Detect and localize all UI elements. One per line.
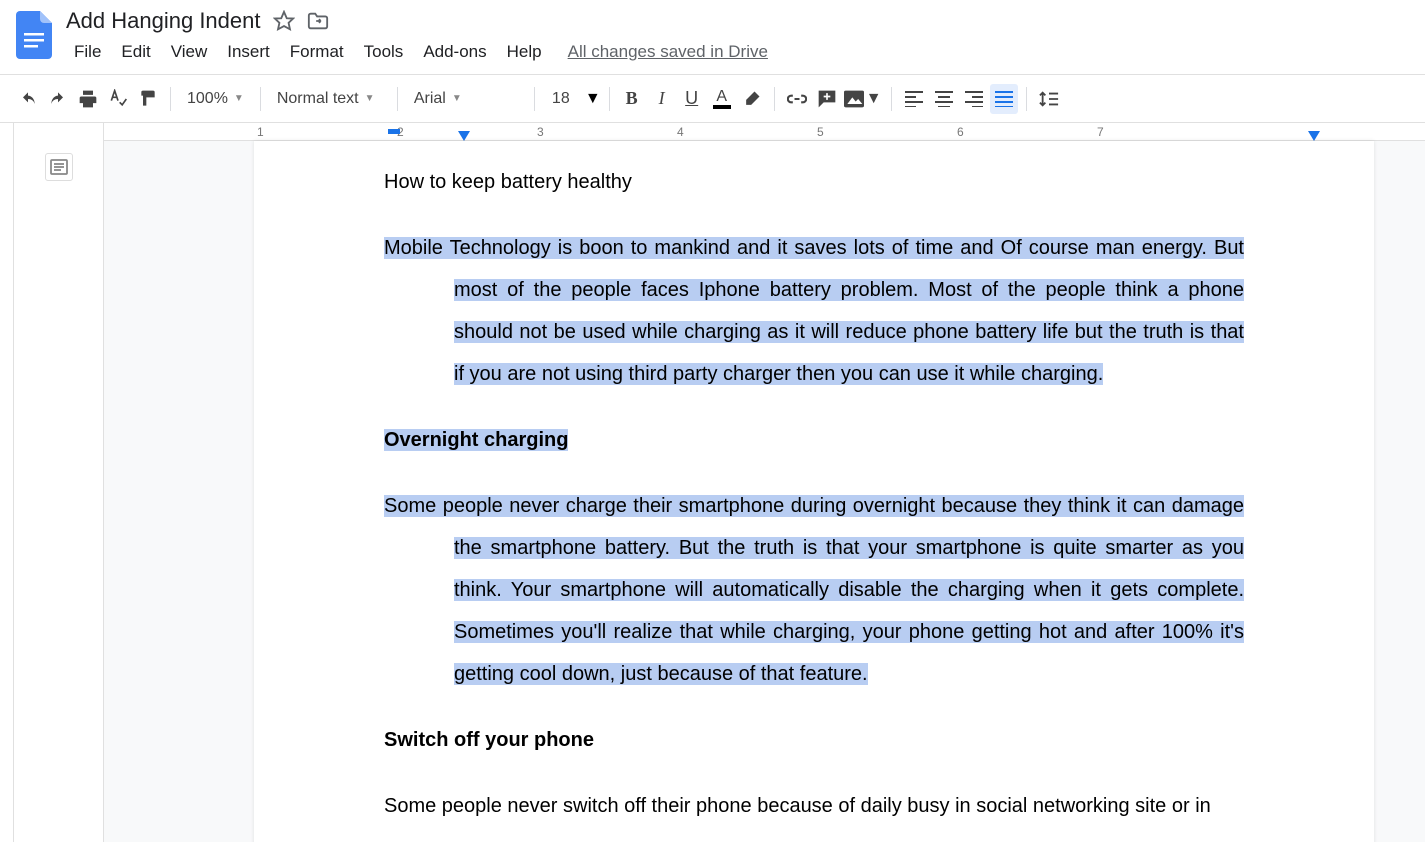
zoom-select[interactable]: 100%▼ — [179, 86, 252, 112]
page: How to keep battery healthy Mobile Techn… — [254, 141, 1374, 842]
ruler-mark: 3 — [537, 125, 544, 139]
menu-help[interactable]: Help — [499, 38, 550, 66]
menu-tools[interactable]: Tools — [356, 38, 412, 66]
ruler-mark: 4 — [677, 125, 684, 139]
text-color-button[interactable]: A — [708, 84, 736, 114]
document-content[interactable]: How to keep battery healthy Mobile Techn… — [254, 161, 1374, 827]
menu-edit[interactable]: Edit — [113, 38, 158, 66]
styles-select[interactable]: Normal text▼ — [269, 86, 389, 112]
align-center-button[interactable] — [930, 84, 958, 114]
ruler-mark: 5 — [817, 125, 824, 139]
bold-button[interactable]: B — [618, 84, 646, 114]
outline-icon[interactable] — [45, 153, 73, 181]
align-left-button[interactable] — [900, 84, 928, 114]
undo-button[interactable] — [14, 84, 42, 114]
paragraph[interactable]: Mobile Technology is boon to mankind and… — [384, 227, 1244, 395]
header: Add Hanging Indent File Edit View Insert… — [0, 0, 1425, 75]
subheading[interactable]: Switch off your phone — [384, 719, 1244, 761]
font-size-input[interactable]: ▼ — [543, 90, 601, 108]
paint-format-button[interactable] — [134, 84, 162, 114]
menu-format[interactable]: Format — [282, 38, 352, 66]
menu-file[interactable]: File — [66, 38, 109, 66]
canvas[interactable]: 1 2 3 4 5 6 7 How to keep battery health… — [104, 123, 1425, 842]
menu-insert[interactable]: Insert — [219, 38, 278, 66]
print-button[interactable] — [74, 84, 102, 114]
workspace: 1 2 3 4 5 6 7 How to keep battery health… — [0, 123, 1425, 842]
horizontal-ruler[interactable]: 1 2 3 4 5 6 7 — [104, 123, 1425, 141]
first-line-indent-marker[interactable] — [388, 129, 400, 134]
paragraph[interactable]: Some people never charge their smartphon… — [384, 485, 1244, 695]
subheading[interactable]: Overnight charging — [384, 419, 1244, 461]
line-spacing-button[interactable] — [1035, 84, 1063, 114]
insert-image-button[interactable]: ▼ — [843, 84, 883, 114]
move-folder-icon[interactable] — [307, 11, 329, 31]
font-select[interactable]: Arial▼ — [406, 86, 526, 112]
heading[interactable]: How to keep battery healthy — [384, 161, 1244, 203]
toolbar: 100%▼ Normal text▼ Arial▼ ▼ B I U A ▼ — [0, 75, 1425, 123]
vertical-ruler — [0, 123, 14, 842]
menu-addons[interactable]: Add-ons — [415, 38, 494, 66]
align-justify-button[interactable] — [990, 84, 1018, 114]
ruler-mark: 6 — [957, 125, 964, 139]
highlight-button[interactable] — [738, 84, 766, 114]
title-area: Add Hanging Indent File Edit View Insert… — [66, 8, 1411, 74]
redo-button[interactable] — [44, 84, 72, 114]
underline-button[interactable]: U — [678, 84, 706, 114]
document-title[interactable]: Add Hanging Indent — [66, 8, 261, 34]
insert-comment-button[interactable] — [813, 84, 841, 114]
save-status[interactable]: All changes saved in Drive — [568, 42, 768, 62]
paragraph[interactable]: Some people never switch off their phone… — [384, 785, 1244, 827]
ruler-mark: 1 — [257, 125, 264, 139]
star-icon[interactable] — [273, 10, 295, 32]
right-indent-marker[interactable] — [1308, 131, 1320, 141]
insert-link-button[interactable] — [783, 84, 811, 114]
outline-panel — [14, 123, 104, 842]
docs-logo-icon[interactable] — [14, 8, 54, 62]
ruler-mark: 7 — [1097, 125, 1104, 139]
align-right-button[interactable] — [960, 84, 988, 114]
menu-view[interactable]: View — [163, 38, 216, 66]
italic-button[interactable]: I — [648, 84, 676, 114]
left-indent-marker[interactable] — [458, 131, 470, 141]
menubar: File Edit View Insert Format Tools Add-o… — [66, 38, 1411, 74]
spellcheck-button[interactable] — [104, 84, 132, 114]
